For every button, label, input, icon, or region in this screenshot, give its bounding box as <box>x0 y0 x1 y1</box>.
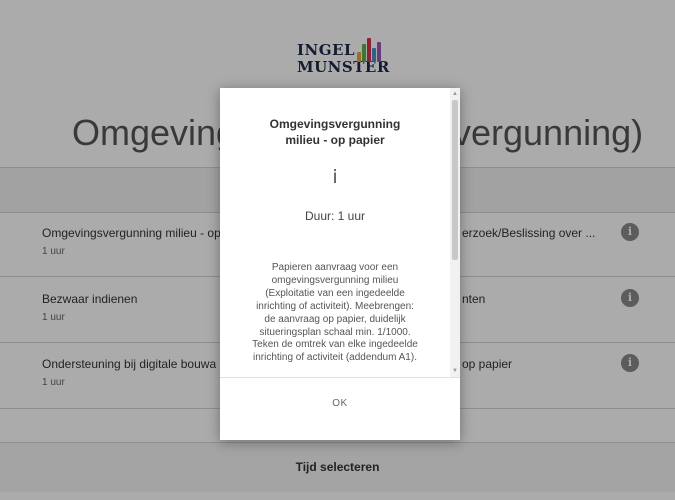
modal-scrollbar[interactable]: ▲ ▼ <box>450 88 460 377</box>
ok-button[interactable]: OK <box>300 391 380 417</box>
info-icon: i <box>332 166 338 188</box>
modal-title-line-1: Omgevingsvergunning <box>269 117 401 131</box>
page: INGEL MUNSTER Omgevings vergunning) Omge… <box>0 0 675 500</box>
scroll-down-arrow-icon[interactable]: ▼ <box>450 367 460 375</box>
description-line: omgevingsvergunning milieu <box>271 274 399 286</box>
info-modal: Omgevingsvergunning milieu - op papier i… <box>220 88 460 440</box>
description-line: situeringsplan schaal min. 1/1000. <box>259 326 411 338</box>
modal-duration: Duur: 1 uur <box>304 209 366 223</box>
modal-title-line-2: milieu - op papier <box>285 133 385 147</box>
description-line: Papieren aanvraag voor een <box>271 262 399 273</box>
scroll-up-arrow-icon[interactable]: ▲ <box>450 90 460 98</box>
description-line: Teken de omtrek van elke ingedeelde <box>252 339 418 351</box>
modal-description: Papieren aanvraag voor een omgevingsverg… <box>234 262 436 365</box>
description-line: (Exploitatie van een ingedeelde <box>265 287 405 299</box>
modal-body: Omgevingsvergunning milieu - op papier i… <box>220 88 460 377</box>
description-line: inrichting of activiteit). Meebrengen: <box>256 300 414 312</box>
modal-title: Omgevingsvergunning milieu - op papier <box>220 116 450 148</box>
modal-divider <box>220 377 460 378</box>
description-line: de aanvraag op papier, duidelijk <box>264 313 406 325</box>
description-line: inrichting of activiteit (addendum A1). <box>253 352 417 364</box>
scrollbar-thumb[interactable] <box>452 100 458 260</box>
